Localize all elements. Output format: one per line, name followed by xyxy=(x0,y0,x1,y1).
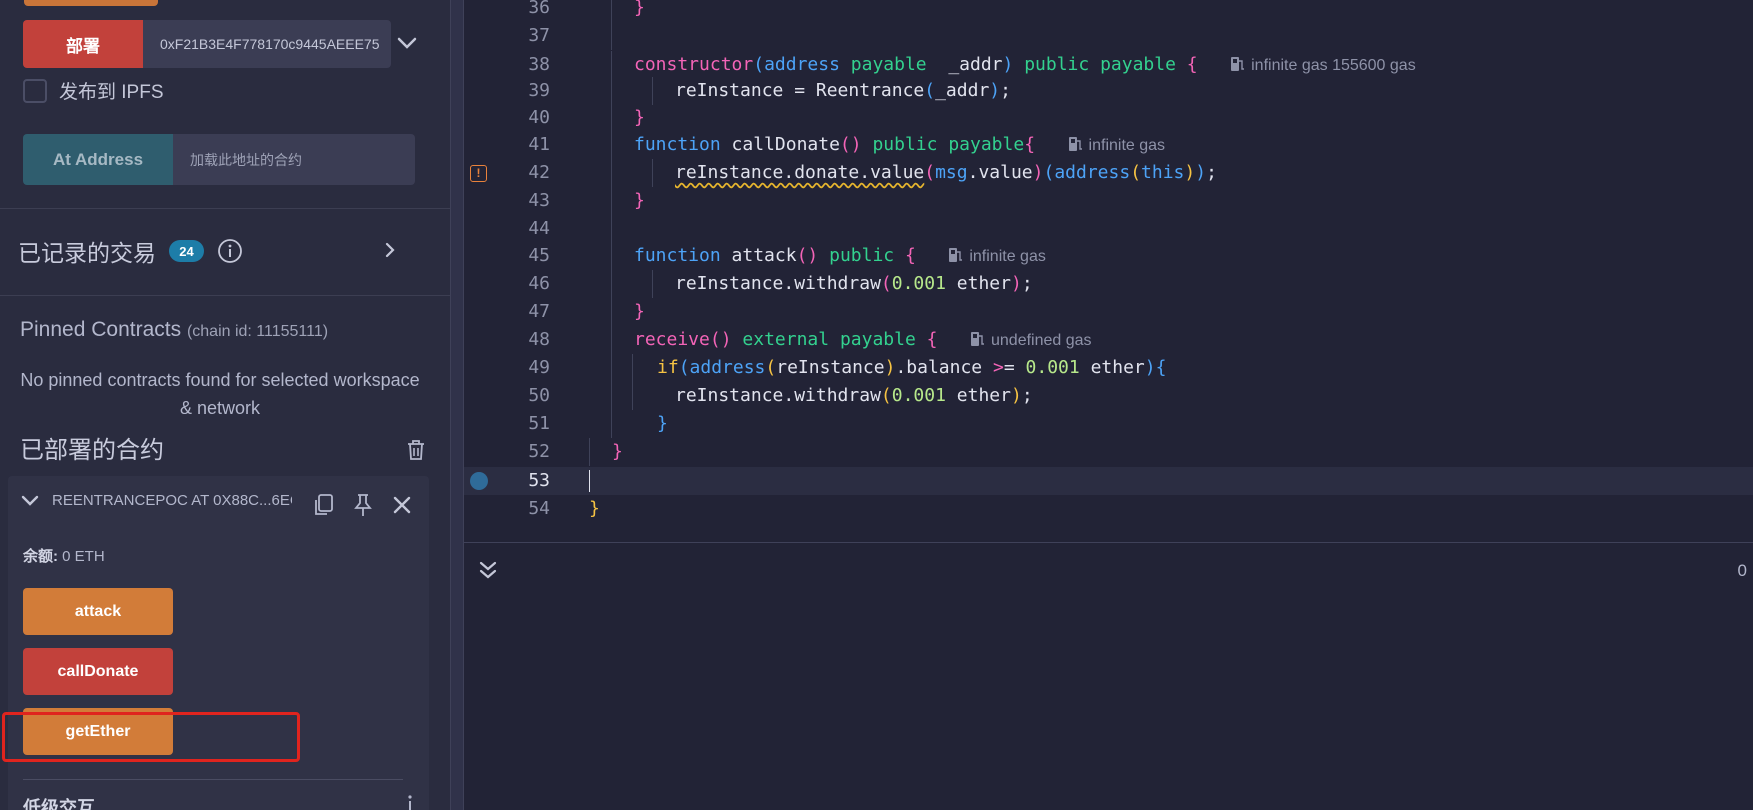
pin-icon[interactable] xyxy=(351,492,375,518)
divider xyxy=(0,295,450,296)
recorded-transactions-row[interactable]: 已记录的交易 24 xyxy=(18,234,243,268)
deploy-button[interactable]: 部署 xyxy=(23,20,143,68)
code-line: 36 } xyxy=(464,0,1753,22)
info-icon[interactable] xyxy=(404,794,416,810)
double-chevron-down-icon[interactable] xyxy=(478,560,498,580)
chevron-down-icon[interactable] xyxy=(394,30,420,56)
gas-pump-icon xyxy=(1231,57,1245,71)
chain-id-label: (chain id: 11155111) xyxy=(186,323,329,340)
gas-estimate: infinite gas xyxy=(969,248,1046,265)
close-icon[interactable] xyxy=(391,494,413,516)
terminal-panel: 0 xyxy=(464,542,1753,810)
attack-button[interactable]: attack xyxy=(23,588,173,635)
line-number: 51 xyxy=(528,413,550,434)
at-address-input[interactable]: 加载此地址的合约 xyxy=(173,134,415,185)
code-line: 52 } xyxy=(464,438,1753,466)
line-number: 37 xyxy=(528,25,550,46)
line-number: 47 xyxy=(528,301,550,322)
contract-name: REENTRANCEPOC AT 0X88C...6EC xyxy=(52,491,292,509)
gas-pump-icon xyxy=(971,332,984,346)
contract-header[interactable]: REENTRANCEPOC AT 0X88C...6EC xyxy=(20,490,292,510)
gas-pump-icon xyxy=(949,248,963,262)
environment-dropdown-stub[interactable] xyxy=(24,0,158,6)
deployed-contracts-title: 已部署的合约 xyxy=(20,437,164,464)
code-line: 50 reInstance.withdraw(0.001 ether); xyxy=(464,382,1753,410)
balance: 余额: 0 ETH xyxy=(23,545,105,566)
at-address-button[interactable]: At Address xyxy=(23,134,173,185)
line-number: 38 xyxy=(528,54,550,75)
call-donate-button[interactable]: callDonate xyxy=(23,648,173,695)
line-number: 49 xyxy=(528,357,550,378)
balance-label: 余额: xyxy=(23,548,58,565)
line-number: 44 xyxy=(528,218,550,239)
publish-ipfs-checkbox[interactable] xyxy=(23,78,47,103)
code-line: ! 42 reInstance.donate.value(msg.value)(… xyxy=(464,159,1753,187)
copy-icon[interactable] xyxy=(312,492,336,518)
constructor-arg-input[interactable]: 0xF21B3E4F778170c9445AEEE75 xyxy=(143,20,391,68)
gas-estimate: infinite gas xyxy=(1088,137,1166,154)
code-line: 41 function callDonate() public payable{… xyxy=(464,131,1753,159)
code-line: 51 } xyxy=(464,410,1753,438)
code-line: 49 if(address(reInstance).balance >= 0.0… xyxy=(464,354,1753,382)
line-number: 39 xyxy=(528,80,550,101)
code-line: 44 xyxy=(464,215,1753,243)
transactions-count-badge: 24 xyxy=(169,240,204,262)
line-number: 48 xyxy=(528,329,550,350)
code-line: 54 } xyxy=(464,495,1753,523)
code-line: 40 } xyxy=(464,104,1753,132)
gas-estimate: undefined gas xyxy=(991,332,1092,349)
code-editor[interactable]: 36 } 37 38 constructor(address payable _… xyxy=(464,0,1753,542)
chevron-down-icon[interactable] xyxy=(20,490,40,510)
divider xyxy=(23,779,403,780)
publish-ipfs-row: 发布到 IPFS xyxy=(23,77,164,104)
recorded-transactions-title: 已记录的交易 xyxy=(18,240,156,266)
remix-ide: 部署 0xF21B3E4F778170c9445AEEE75 发布到 IPFS … xyxy=(0,0,1753,810)
line-number: 40 xyxy=(528,107,550,128)
deploy-run-panel: 部署 0xF21B3E4F778170c9445AEEE75 发布到 IPFS … xyxy=(0,0,450,810)
pinned-contracts-label: Pinned Contracts xyxy=(20,318,182,341)
text-cursor xyxy=(589,470,590,492)
publish-ipfs-label: 发布到 IPFS xyxy=(59,82,164,103)
code-line: 47 } xyxy=(464,298,1753,326)
code-line: 43 } xyxy=(464,187,1753,215)
pending-tx-count: 0 xyxy=(1737,561,1747,580)
line-number: 43 xyxy=(528,190,550,211)
balance-value: 0 ETH xyxy=(62,548,105,565)
code-line-current: 53 xyxy=(464,467,1753,495)
code-line: 46 reInstance.withdraw(0.001 ether); xyxy=(464,270,1753,298)
code-line: 39 reInstance = Reentrance(_addr); xyxy=(464,77,1753,105)
no-pinned-message: No pinned contracts found for selected w… xyxy=(20,370,420,418)
annotation-highlight-box xyxy=(2,712,300,762)
gas-estimate: infinite gas 155600 gas xyxy=(1251,57,1416,74)
code-line: 37 xyxy=(464,22,1753,50)
line-number: 50 xyxy=(528,385,550,406)
line-number: 46 xyxy=(528,273,550,294)
code-line: 45 function attack() public { infinite g… xyxy=(464,242,1753,270)
chevron-right-icon[interactable] xyxy=(380,240,400,260)
panel-splitter[interactable] xyxy=(450,0,464,810)
line-number: 53 xyxy=(528,470,550,491)
pinned-contracts-title: Pinned Contracts (chain id: 11155111) xyxy=(20,318,328,342)
code-line: 48 receive() external payable { undefine… xyxy=(464,326,1753,354)
trash-icon[interactable] xyxy=(405,438,427,462)
info-icon[interactable] xyxy=(217,238,243,264)
line-number: 36 xyxy=(528,0,550,18)
line-number: 45 xyxy=(528,245,550,266)
line-number: 52 xyxy=(528,441,550,462)
code-line: 38 constructor(address payable _addr) pu… xyxy=(464,51,1753,79)
at-address-row: At Address 加载此地址的合约 xyxy=(23,134,415,185)
line-number: 41 xyxy=(528,134,550,155)
divider xyxy=(0,208,450,209)
gas-pump-icon xyxy=(1068,137,1082,151)
line-number: 42 xyxy=(528,162,550,183)
deploy-row: 部署 0xF21B3E4F778170c9445AEEE75 xyxy=(23,20,391,68)
line-number: 54 xyxy=(528,498,550,519)
low-level-title: 低级交互 xyxy=(23,798,95,810)
